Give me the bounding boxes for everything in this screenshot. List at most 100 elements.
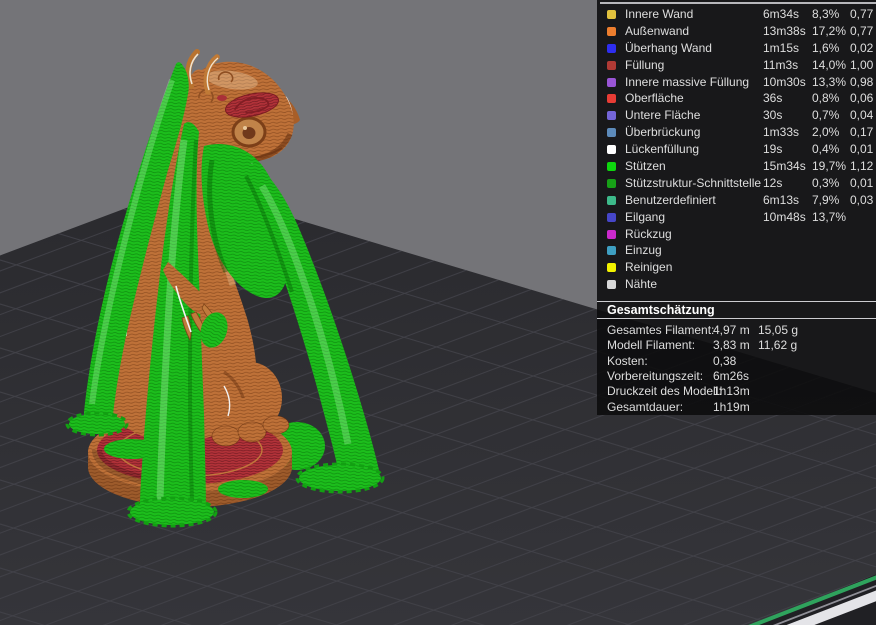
feature-label: Eilgang bbox=[625, 209, 666, 224]
summary-value2: 15,05 g bbox=[758, 322, 799, 337]
feature-label: Nähte bbox=[625, 277, 658, 292]
summary-value1: 0,38 bbox=[713, 353, 737, 368]
feature-time: 19s bbox=[763, 142, 783, 157]
legend-row[interactable]: Eilgang 10m48s 13,7% bbox=[597, 209, 876, 226]
legend-row[interactable]: Stützstruktur-Schnittstelle 12s 0,3% 0,0… bbox=[597, 175, 876, 192]
feature-length: 0,98 m bbox=[850, 74, 876, 89]
feature-length: 0,06 m bbox=[850, 91, 876, 106]
feature-label: Lückenfüllung bbox=[625, 142, 700, 157]
feature-length: 0,01 m bbox=[850, 142, 876, 157]
feature-label: Benutzerdefiniert bbox=[625, 192, 716, 207]
summary-separator-bottom bbox=[597, 318, 876, 320]
summary-row: Kosten: 0,38 bbox=[597, 353, 876, 368]
feature-length: 0,77 m bbox=[850, 7, 876, 21]
legend-row[interactable]: Rückzug bbox=[597, 226, 876, 243]
summary-label: Modell Filament: bbox=[607, 338, 696, 353]
feature-legend: Innere Wand 6m34s 8,3% 0,77 m Außenwand … bbox=[597, 0, 876, 293]
feature-color-swatch bbox=[607, 145, 616, 155]
feature-color-swatch bbox=[607, 9, 616, 19]
legend-row[interactable]: Innere Wand 6m34s 8,3% 0,77 m bbox=[597, 6, 876, 23]
feature-label: Reinigen bbox=[625, 260, 673, 275]
summary-value1: 6m26s bbox=[713, 369, 750, 383]
feature-color-swatch bbox=[607, 178, 616, 188]
feature-label: Innere Wand bbox=[625, 7, 694, 21]
summary-label: Gesamtes Filament: bbox=[607, 322, 715, 337]
feature-length: 0,04 m bbox=[850, 108, 876, 123]
feature-percent: 14,0% bbox=[812, 57, 847, 72]
legend-row[interactable]: Oberfläche 36s 0,8% 0,06 m bbox=[597, 90, 876, 107]
summary-value1: 1h19m bbox=[713, 399, 750, 414]
feature-color-swatch bbox=[607, 77, 616, 87]
legend-row[interactable]: Überhang Wand 1m15s 1,6% 0,02 m bbox=[597, 40, 876, 57]
legend-row[interactable]: Reinigen bbox=[597, 259, 876, 276]
feature-label: Stützen bbox=[625, 159, 666, 174]
feature-time: 36s bbox=[763, 91, 783, 106]
support-pad-front bbox=[218, 480, 268, 498]
feature-percent: 0,8% bbox=[812, 91, 840, 106]
feature-time: 11m3s bbox=[763, 57, 799, 72]
legend-row[interactable]: Lückenfüllung 19s 0,4% 0,01 m bbox=[597, 141, 876, 158]
summary-row: Gesamtes Filament: 4,97 m 15,05 g bbox=[597, 322, 876, 337]
feature-percent: 13,3% bbox=[812, 74, 847, 89]
legend-row[interactable]: Innere massive Füllung 10m30s 13,3% 0,98… bbox=[597, 74, 876, 91]
feature-percent: 0,7% bbox=[812, 108, 840, 123]
legend-row[interactable]: Stützen 15m34s 19,7% 1,12 m bbox=[597, 158, 876, 175]
legend-row[interactable]: Außenwand 13m38s 17,2% 0,77 m bbox=[597, 23, 876, 40]
slicer-preview-window: Innere Wand 6m34s 8,3% 0,77 m Außenwand … bbox=[0, 0, 876, 625]
summary-row: Vorbereitungszeit: 6m26s bbox=[597, 368, 876, 383]
summary-label: Kosten: bbox=[607, 353, 648, 368]
feature-time: 6m34s bbox=[763, 7, 800, 21]
feature-time: 30s bbox=[763, 108, 783, 123]
model-eye bbox=[231, 116, 267, 148]
feature-label: Rückzug bbox=[625, 226, 672, 241]
legend-row[interactable]: Benutzerdefiniert 6m13s 7,9% 0,03 m bbox=[597, 192, 876, 209]
feature-color-swatch bbox=[607, 26, 616, 36]
feature-time: 13m38s bbox=[763, 23, 806, 38]
feature-color-swatch bbox=[607, 195, 616, 205]
feature-color-swatch bbox=[607, 43, 616, 53]
panel-top-border bbox=[600, 2, 876, 4]
feature-length: 0,77 m bbox=[850, 23, 876, 38]
feature-color-swatch bbox=[607, 246, 616, 256]
summary-label: Druckzeit des Modell: bbox=[607, 384, 722, 399]
feature-percent: 2,0% bbox=[812, 125, 840, 140]
legend-row[interactable]: Nähte bbox=[597, 276, 876, 293]
feature-color-swatch bbox=[607, 60, 616, 70]
feature-length: 1,00 m bbox=[850, 57, 876, 72]
feature-length: 0,02 m bbox=[850, 40, 876, 55]
feature-label: Füllung bbox=[625, 57, 665, 72]
feature-label: Außenwand bbox=[625, 23, 690, 38]
legend-row[interactable]: Überbrückung 1m33s 2,0% 0,17 m bbox=[597, 124, 876, 141]
feature-time: 15m34s bbox=[763, 159, 806, 174]
summary-row: Gesamtdauer: 1h19m bbox=[597, 399, 876, 414]
feature-color-swatch bbox=[607, 212, 616, 222]
feature-color-swatch bbox=[607, 94, 616, 104]
feature-length: 0,01 m bbox=[850, 175, 876, 190]
summary-row: Druckzeit des Modell: 1h13m bbox=[597, 384, 876, 399]
feature-length: 0,03 m bbox=[850, 192, 876, 207]
feature-label: Überhang Wand bbox=[625, 40, 712, 55]
legend-row[interactable]: Füllung 11m3s 14,0% 1,00 m bbox=[597, 57, 876, 74]
feature-length: 0,17 m bbox=[850, 125, 876, 140]
feature-time: 1m33s bbox=[763, 125, 800, 140]
feature-time: 10m30s bbox=[763, 74, 806, 89]
feature-percent: 19,7% bbox=[812, 159, 847, 174]
summary-label: Gesamtdauer: bbox=[607, 399, 684, 414]
legend-row[interactable]: Untere Fläche 30s 0,7% 0,04 m bbox=[597, 107, 876, 124]
feature-time: 12s bbox=[763, 175, 783, 190]
feature-percent: 0,3% bbox=[812, 175, 840, 190]
feature-length: 1,12 m bbox=[850, 159, 876, 174]
feature-color-swatch bbox=[607, 128, 616, 138]
feature-percent: 7,9% bbox=[812, 192, 840, 207]
summary-title: Gesamtschätzung bbox=[607, 303, 715, 318]
feature-percent: 13,7% bbox=[812, 209, 847, 224]
legend-row[interactable]: Einzug bbox=[597, 242, 876, 259]
feature-label: Untere Fläche bbox=[625, 108, 701, 123]
feature-time: 6m13s bbox=[763, 192, 800, 207]
summary-value1: 4,97 m bbox=[713, 322, 750, 337]
summary-label: Vorbereitungszeit: bbox=[607, 369, 704, 383]
feature-color-swatch bbox=[607, 263, 616, 273]
legend-panel: Innere Wand 6m34s 8,3% 0,77 m Außenwand … bbox=[597, 0, 876, 415]
feature-percent: 8,3% bbox=[812, 7, 840, 21]
feature-color-swatch bbox=[607, 229, 616, 239]
